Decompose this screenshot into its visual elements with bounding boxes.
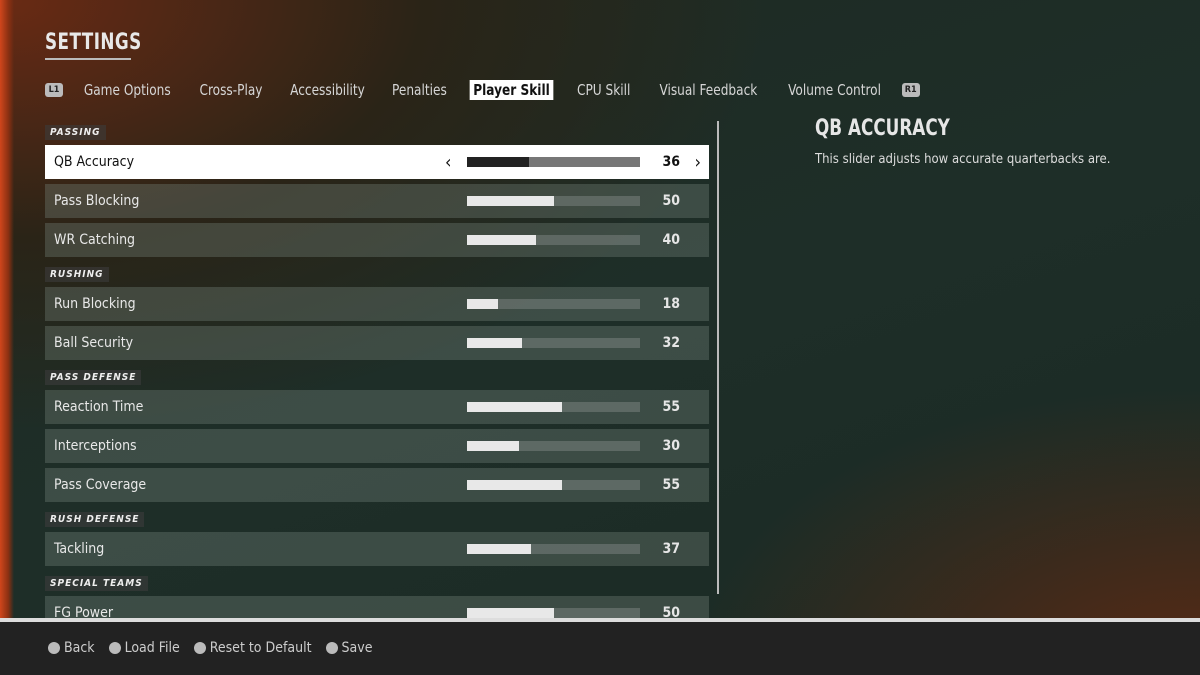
settings-list: PASSING QB Accuracy ‹ › 36 Pass Blocking 50 WR … [45, 120, 709, 635]
slider-fill [467, 157, 530, 167]
scrollbar[interactable] [717, 121, 719, 594]
slider-value: 40 [662, 232, 680, 248]
triangle-button-icon [193, 642, 206, 654]
setting-label: Pass Blocking [54, 193, 140, 209]
setting-row[interactable]: QB Accuracy ‹ › 36 [45, 145, 709, 179]
section-header-wrap: RUSH DEFENSE [45, 507, 709, 532]
chevron-left-icon[interactable]: ‹ [445, 152, 451, 173]
page-title: SETTINGS [45, 30, 142, 55]
section-header: SPECIAL TEAMS [45, 576, 148, 591]
section-header-wrap: RUSHING [45, 262, 709, 287]
footer-buttons: Back Load File Reset to Default Save [48, 640, 372, 656]
tab-bar: L1 Game Options Cross-Play Accessibility Pen… [45, 80, 920, 100]
section-header-wrap: PASSING [45, 120, 709, 145]
reset-to-default-button[interactable]: Reset to Default [193, 640, 312, 656]
slider-track[interactable] [467, 480, 640, 490]
slider-fill [467, 338, 523, 348]
slider-track[interactable] [467, 235, 640, 245]
slider-fill [467, 441, 519, 451]
r1-bumper-icon[interactable]: R1 [901, 83, 920, 97]
section-header: PASSING [45, 125, 106, 140]
slider-value: 18 [662, 296, 680, 312]
slider-track[interactable] [467, 402, 640, 412]
setting-row[interactable]: Pass Blocking 50 [45, 184, 709, 218]
setting-label: Interceptions [54, 438, 137, 454]
load-file-label: Load File [124, 640, 180, 656]
square-button-icon [108, 642, 121, 654]
slider-fill [467, 480, 563, 490]
slider-value: 30 [662, 438, 680, 454]
slider-value: 55 [662, 477, 680, 493]
setting-row[interactable]: WR Catching 40 [45, 223, 709, 257]
decorative-edge [0, 0, 14, 620]
tab-cpu-skill[interactable]: CPU Skill [574, 80, 635, 100]
slider-track[interactable] [467, 157, 640, 167]
slider-value: 37 [662, 541, 680, 557]
section-header-wrap: SPECIAL TEAMS [45, 571, 709, 596]
chevron-right-icon[interactable]: › [695, 152, 701, 173]
title-underline [45, 58, 131, 60]
slider-fill [467, 235, 537, 245]
slider-fill [467, 544, 531, 554]
setting-row[interactable]: Interceptions 30 [45, 429, 709, 463]
slider-value: 50 [662, 193, 680, 209]
setting-label: QB Accuracy [54, 154, 135, 170]
slider-value: 32 [662, 335, 680, 351]
slider-fill [467, 196, 554, 206]
slider-fill [467, 608, 554, 618]
section-header: PASS DEFENSE [45, 370, 142, 385]
slider-fill [467, 299, 499, 309]
slider-track[interactable] [467, 196, 640, 206]
tab-penalties[interactable]: Penalties [388, 80, 450, 100]
tab-visual-feedback[interactable]: Visual Feedback [656, 80, 761, 100]
setting-row[interactable]: Ball Security 32 [45, 326, 709, 360]
slider-fill [467, 402, 563, 412]
slider-track[interactable] [467, 338, 640, 348]
reset-to-default-label: Reset to Default [209, 640, 312, 656]
back-button[interactable]: Back [48, 640, 95, 656]
l1-bumper-icon[interactable]: L1 [45, 83, 63, 97]
setting-label: Reaction Time [54, 399, 144, 415]
tab-game-options[interactable]: Game Options [80, 80, 174, 100]
save-button[interactable]: Save [325, 640, 373, 656]
circle-button-icon [48, 642, 60, 654]
slider-value: 55 [662, 399, 680, 415]
setting-row[interactable]: Tackling 37 [45, 532, 709, 566]
setting-label: WR Catching [54, 232, 136, 248]
setting-row[interactable]: Pass Coverage 55 [45, 468, 709, 502]
tab-cross-play[interactable]: Cross-Play [195, 80, 265, 100]
tab-accessibility[interactable]: Accessibility [286, 80, 368, 100]
setting-label: Ball Security [54, 335, 134, 351]
setting-label: Pass Coverage [54, 477, 147, 493]
slider-track[interactable] [467, 608, 640, 618]
touchpad-button-icon [325, 642, 338, 654]
setting-label: Tackling [54, 541, 105, 557]
section-header: RUSHING [45, 267, 109, 282]
section-header: RUSH DEFENSE [45, 512, 145, 527]
section-header-wrap: PASS DEFENSE [45, 365, 709, 390]
setting-label: Run Blocking [54, 296, 136, 312]
tab-player-skill[interactable]: Player Skill [470, 80, 554, 100]
save-label: Save [341, 640, 373, 656]
detail-description: This slider adjusts how accurate quarter… [815, 152, 1111, 167]
slider-track[interactable] [467, 544, 640, 554]
setting-row[interactable]: Reaction Time 55 [45, 390, 709, 424]
slider-track[interactable] [467, 299, 640, 309]
back-label: Back [64, 640, 95, 656]
slider-track[interactable] [467, 441, 640, 451]
detail-title: QB ACCURACY [815, 116, 950, 141]
slider-value: 36 [662, 154, 680, 170]
load-file-button[interactable]: Load File [108, 640, 180, 656]
tab-volume-control[interactable]: Volume Control [784, 80, 884, 100]
setting-row[interactable]: Run Blocking 18 [45, 287, 709, 321]
